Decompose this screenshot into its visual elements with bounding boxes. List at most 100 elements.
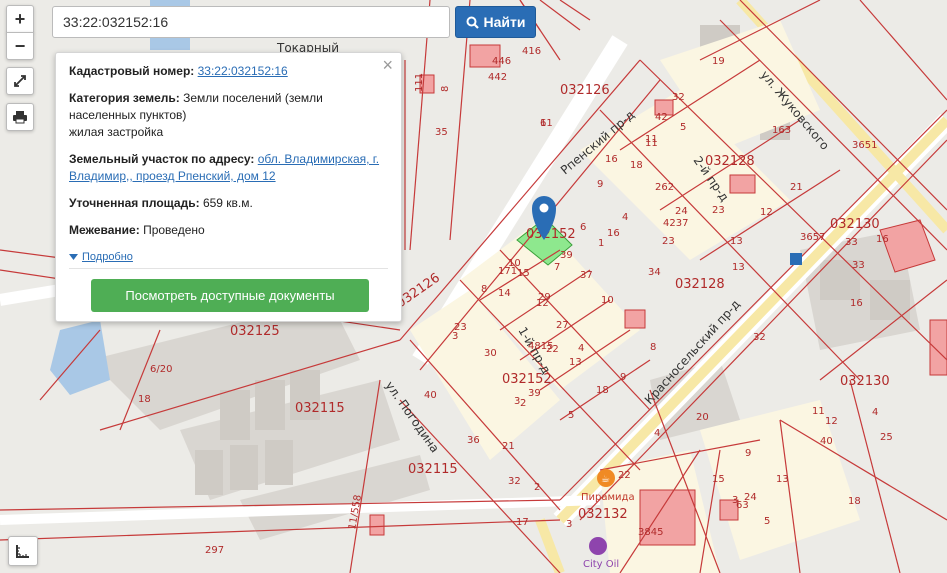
- parcel-number: 16: [876, 234, 889, 245]
- parcel-number: 21: [790, 182, 803, 193]
- zoom-in-button[interactable]: +: [6, 5, 34, 33]
- block-label-032128-a: 032128: [705, 154, 755, 169]
- parcel-number: 13: [569, 357, 582, 368]
- parcel-number: 23: [712, 205, 725, 216]
- parcel-number: 23: [454, 322, 467, 333]
- parcel-number: 18: [596, 385, 609, 396]
- parcel-number: 32: [672, 92, 685, 103]
- block-label-032130-b: 032130: [840, 374, 890, 389]
- parcel-number: 18: [848, 496, 861, 507]
- area-label: Уточненная площадь:: [69, 196, 200, 210]
- search-icon: [466, 16, 479, 29]
- cadastral-search-input[interactable]: [52, 6, 450, 38]
- parcel-number: 33: [845, 237, 858, 248]
- parcel-number: 42: [655, 112, 668, 123]
- parcel-number: 13: [776, 474, 789, 485]
- parcel-number: 4815: [528, 341, 553, 352]
- parcel-number: 10: [601, 295, 614, 306]
- search-button[interactable]: Найти: [455, 6, 536, 38]
- expand-icon: [14, 75, 26, 87]
- parcel-number: 20: [696, 412, 709, 423]
- parcel-number: 13: [732, 262, 745, 273]
- zoom-out-button[interactable]: −: [6, 32, 34, 60]
- parcel-number: 12: [825, 416, 838, 427]
- parcel-number: 11: [540, 118, 553, 129]
- parcel-number: 22: [618, 470, 631, 481]
- survey-value: Проведено: [143, 223, 205, 237]
- parcel-number: 9: [620, 372, 626, 383]
- survey-label: Межевание:: [69, 223, 140, 237]
- parcel-number: 17: [516, 517, 529, 528]
- parcel-number: 3651: [852, 140, 877, 151]
- parcel-number: 3: [514, 396, 520, 407]
- fuel-icon[interactable]: [589, 537, 607, 555]
- bus-stop-icon[interactable]: [790, 253, 802, 265]
- parcel-number: 25: [880, 432, 893, 443]
- parcel-number: 21: [502, 441, 515, 452]
- survey-row: Межевание: Проведено: [69, 222, 387, 239]
- block-label-032115-b: 032115: [408, 462, 458, 477]
- block-label-032130-a: 032130: [830, 217, 880, 232]
- block-label-032132: 032132: [578, 507, 628, 522]
- fullscreen-button[interactable]: [6, 67, 34, 95]
- parcel-number: 3657: [800, 232, 825, 243]
- parcel-number: 7: [554, 262, 560, 273]
- parcel-number: 442: [488, 72, 507, 83]
- block-label-032128-b: 032128: [675, 277, 725, 292]
- poi-label-city-oil: City Oil: [583, 559, 619, 570]
- parcel-number: 262: [655, 182, 674, 193]
- cadastral-number-link[interactable]: 33:22:032152:16: [198, 64, 288, 78]
- view-documents-button[interactable]: Посмотреть доступные документы: [91, 279, 369, 312]
- block-label-032115-a: 032115: [295, 401, 345, 416]
- measure-button[interactable]: [8, 536, 38, 566]
- parcel-number: 16: [605, 154, 618, 165]
- parcel-number: 15: [517, 268, 530, 279]
- parcel-number: 8: [481, 284, 487, 295]
- parcel-number: 416: [522, 46, 541, 57]
- area-row: Уточненная площадь: 659 кв.м.: [69, 195, 387, 212]
- ruler-icon: [16, 545, 29, 558]
- parcel-number: 32: [508, 476, 521, 487]
- block-label-032125: 032125: [230, 324, 280, 339]
- details-link[interactable]: Подробно: [69, 251, 133, 263]
- parcel-number: 6/20: [150, 364, 172, 375]
- details-link-label: Подробно: [82, 251, 133, 263]
- parcel-number: 35: [435, 127, 448, 138]
- parcel-number: 111: [414, 73, 425, 92]
- block-label-032152-pin: 032152: [526, 227, 576, 242]
- parcel-number: 23: [662, 236, 675, 247]
- parcel-number: 1: [598, 238, 604, 249]
- parcel-number: 32: [753, 332, 766, 343]
- block-label-032126: 032126: [560, 83, 610, 98]
- address-label: Земельный участок по адресу:: [69, 152, 255, 166]
- print-button[interactable]: [6, 103, 34, 131]
- land-use-value: жилая застройка: [69, 125, 164, 139]
- parcel-number: 163: [772, 125, 791, 136]
- land-category-label: Категория земель:: [69, 91, 180, 105]
- poi-label-piramida: Пирамида: [581, 492, 635, 503]
- parcel-number: 4: [622, 212, 628, 223]
- parcel-number: 11: [812, 406, 825, 417]
- land-category-row: Категория земель: Земли поселений (земли…: [69, 90, 387, 141]
- parcel-number: 2: [520, 398, 526, 409]
- parcel-number: 5: [764, 516, 770, 527]
- close-icon[interactable]: ×: [382, 56, 393, 74]
- parcel-number: 19: [712, 56, 725, 67]
- parcel-number: 4: [872, 407, 878, 418]
- parcel-number: 18: [138, 394, 151, 405]
- parcel-number: 18: [630, 160, 643, 171]
- parcel-number: 37: [580, 270, 593, 281]
- parcel-number: 4: [654, 428, 660, 439]
- parcel-number: 8: [440, 86, 451, 92]
- parcel-number: 36: [467, 435, 480, 446]
- parcel-number: 2: [534, 482, 540, 493]
- parcel-number: 63: [736, 500, 749, 511]
- parcel-number: 3845: [638, 527, 663, 538]
- svg-text:☕: ☕: [601, 474, 610, 485]
- parcel-number: 5: [568, 410, 574, 421]
- parcel-number: 446: [492, 56, 511, 67]
- parcel-number: 16: [850, 298, 863, 309]
- parcel-number: 40: [424, 390, 437, 401]
- parcel-number: 12: [760, 207, 773, 218]
- popup-divider: [69, 268, 388, 269]
